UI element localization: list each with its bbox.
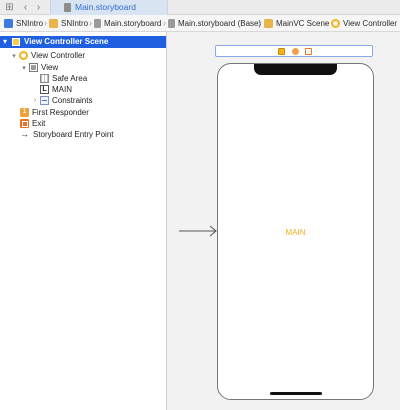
label-icon: L [40, 85, 49, 94]
outline-item-safe-area[interactable]: Safe Area [40, 73, 87, 84]
storyboard-canvas[interactable]: MAIN [167, 32, 400, 410]
tab-bar: ⊞ ‹ › Main.storyboard [0, 0, 400, 15]
chevron-right-icon: › [325, 18, 328, 28]
chevron-right-icon: › [258, 18, 261, 28]
home-indicator [270, 392, 322, 395]
outline-item-view-controller[interactable]: ▾ View Controller [10, 50, 85, 61]
back-icon[interactable]: ‹ [20, 2, 31, 13]
outline-item-view[interactable]: ▾ View [20, 62, 58, 73]
disclosure-expanded-icon[interactable]: ▾ [20, 64, 28, 72]
outline-item-label: First Responder [32, 108, 89, 117]
storyboard-file-icon [94, 19, 101, 28]
breadcrumb-item-group[interactable]: SNIntro [49, 15, 88, 32]
breadcrumb-item-scene[interactable]: MainVC Scene [264, 15, 329, 32]
outline-scene-row[interactable]: ▾ View Controller Scene [0, 36, 166, 48]
outline-item-label: Storyboard Entry Point [33, 130, 114, 139]
folder-icon [49, 19, 58, 28]
view-controller-icon [19, 51, 28, 60]
outline-item-main-label[interactable]: L MAIN [40, 84, 72, 95]
exit-icon [20, 119, 29, 128]
outline-item-label: View [41, 63, 59, 72]
iphone-frame[interactable]: MAIN [217, 63, 374, 400]
arrow-right-icon: → [20, 129, 29, 139]
view-controller-icon [331, 19, 340, 28]
outline-item-label: Exit [32, 119, 46, 128]
breadcrumb-label: Main.storyboard (Base) [178, 19, 262, 28]
grid-icon[interactable]: ⊞ [4, 2, 15, 13]
outline-item-entry-point[interactable]: → Storyboard Entry Point [20, 129, 113, 140]
scene-icon [12, 38, 20, 46]
main-label[interactable]: MAIN [218, 228, 373, 237]
breadcrumb-item-view-controller[interactable]: View Controller [331, 15, 397, 32]
breadcrumb-item-base[interactable]: Main.storyboard (Base) [168, 15, 261, 32]
scene-dock[interactable] [215, 45, 373, 57]
outline-item-first-responder[interactable]: 1 First Responder [20, 107, 89, 118]
breadcrumb-label: MainVC Scene [276, 19, 330, 28]
disclosure-collapsed-icon[interactable]: › [31, 97, 39, 104]
outline-item-label: Safe Area [52, 74, 88, 83]
tab-label: Main.storyboard [75, 2, 136, 12]
safe-area-icon [40, 74, 49, 83]
storyboard-file-icon [64, 3, 71, 12]
outline-item-label: Constraints [52, 96, 93, 105]
outline-item-label: View Controller [31, 51, 86, 60]
tab-main-storyboard[interactable]: Main.storyboard [50, 0, 168, 15]
view-icon [29, 63, 38, 72]
exit-icon[interactable] [305, 48, 312, 55]
constraints-icon [40, 96, 49, 105]
entry-point-arrow-icon[interactable] [179, 225, 219, 237]
project-icon [4, 19, 13, 28]
disclosure-expanded-icon[interactable]: ▾ [10, 52, 18, 60]
outline-item-label: MAIN [52, 85, 72, 94]
breadcrumb-item-file[interactable]: Main.storyboard [94, 15, 161, 32]
outline-item-constraints[interactable]: › Constraints [31, 95, 92, 106]
chevron-right-icon: › [44, 18, 47, 28]
view-controller-icon[interactable] [278, 48, 285, 55]
storyboard-file-icon [168, 19, 175, 28]
breadcrumb-label: SNIntro [61, 19, 89, 28]
forward-icon[interactable]: › [33, 2, 44, 13]
chevron-right-icon: › [163, 18, 166, 28]
chevron-right-icon: › [89, 18, 92, 28]
breadcrumb-item-project[interactable]: SNIntro [4, 15, 43, 32]
breadcrumb-label: View Controller [343, 19, 398, 28]
disclosure-expanded-icon[interactable]: ▾ [3, 37, 7, 47]
breadcrumb-label: Main.storyboard [104, 19, 162, 28]
outline-item-exit[interactable]: Exit [20, 118, 45, 129]
document-outline: ▾ View Controller Scene ▾ View Controlle… [0, 32, 167, 410]
first-responder-icon[interactable] [292, 48, 299, 55]
notch [254, 64, 337, 75]
first-responder-icon: 1 [20, 108, 29, 117]
breadcrumb-label: SNIntro [16, 19, 44, 28]
breadcrumb: SNIntro › SNIntro › Main.storyboard › Ma… [0, 15, 400, 32]
outline-scene-label: View Controller Scene [24, 37, 109, 46]
folder-icon [264, 19, 273, 28]
